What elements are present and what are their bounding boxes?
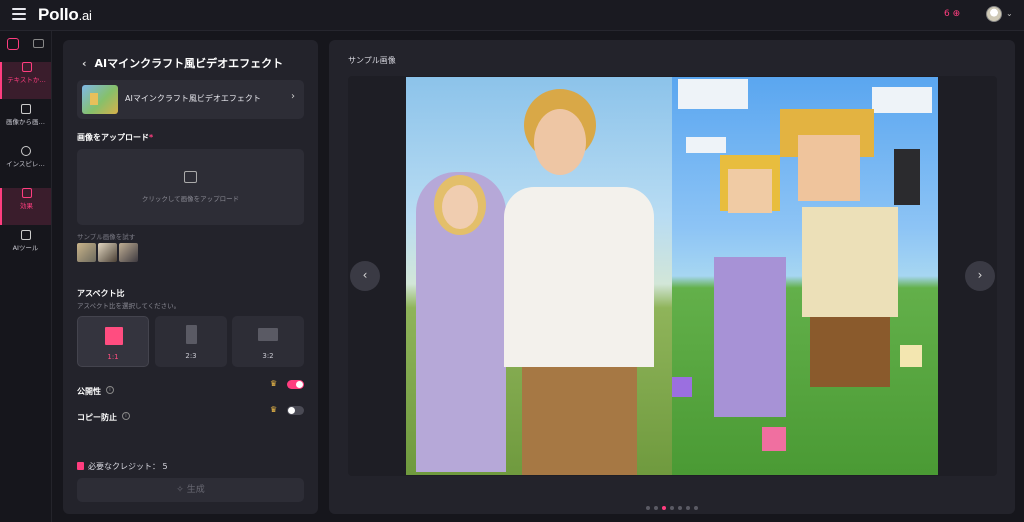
copy-protect-toggle[interactable]: [287, 406, 304, 415]
back-icon[interactable]: ‹: [82, 57, 87, 70]
sample-voxel-render: [672, 77, 938, 475]
sample-photo: [406, 77, 672, 475]
menu-icon[interactable]: [12, 8, 26, 20]
aspect-ratio-hint: アスペクト比を選択してください。: [77, 302, 181, 310]
aspect-ratio-label: アスペクト比: [77, 289, 125, 298]
logo[interactable]: Pollo.ai: [38, 5, 92, 25]
ratio-label: 3:2: [262, 352, 274, 360]
ratio-option-2-3[interactable]: 2:3: [155, 316, 227, 367]
carousel-dot[interactable]: [686, 506, 690, 510]
credit-icon: [77, 462, 84, 470]
upload-label: 画像をアップロード*: [77, 133, 154, 142]
video-tab-icon[interactable]: [33, 39, 44, 48]
ratio-label: 1:1: [107, 353, 119, 361]
sample-thumbnail[interactable]: [77, 243, 96, 262]
image-to-image-icon: [20, 104, 31, 114]
avatar[interactable]: [986, 6, 1002, 22]
carousel-dot[interactable]: [662, 506, 666, 510]
rail-item-label: テキストか…: [7, 76, 46, 84]
sample-thumbnail[interactable]: [119, 243, 138, 262]
image-icon: [21, 62, 32, 72]
upload-image-icon: [184, 171, 197, 183]
crown-icon: ♛: [270, 405, 278, 414]
upload-dropzone[interactable]: クリックして画像をアップロード: [77, 149, 304, 225]
credits-badge[interactable]: 6 ⊕: [944, 9, 960, 19]
ratio-option-1-1[interactable]: 1:1: [77, 316, 149, 367]
ratio-option-3-2[interactable]: 3:2: [232, 316, 304, 367]
square-ratio-icon: [105, 327, 123, 345]
image-tab-icon[interactable]: [7, 38, 19, 50]
sample-thumbnail[interactable]: [98, 243, 117, 262]
upload-hint: クリックして画像をアップロード: [141, 195, 240, 203]
left-rail: テキストか… 画像から画… インスピレ… 効果 AIツール: [0, 31, 52, 522]
generate-button[interactable]: ✧ 生成: [77, 478, 304, 502]
effects-icon: [21, 188, 32, 198]
public-row: 公開性 i ♛: [77, 379, 304, 396]
landscape-ratio-icon: [258, 328, 278, 341]
carousel-dots: [329, 495, 1015, 514]
effect-name: AIマインクラフト風ビデオエフェクト: [125, 94, 261, 103]
chevron-down-icon[interactable]: ⌄: [1006, 9, 1013, 18]
public-label: 公開性: [77, 387, 101, 396]
compass-icon: [20, 146, 31, 156]
carousel-next-button[interactable]: ›: [965, 261, 995, 291]
sample-label: サンプル画像を試す: [77, 233, 136, 241]
copy-protect-label: コピー防止: [77, 413, 117, 422]
portrait-ratio-icon: [186, 325, 197, 344]
sample-thumbnails: [77, 243, 140, 263]
credit-cost: 必要なクレジット： 5: [77, 461, 168, 472]
robot-icon: [20, 230, 31, 240]
rail-item-text-to-image[interactable]: テキストか…: [0, 62, 51, 99]
carousel-dot[interactable]: [678, 506, 682, 510]
ratio-label: 2:3: [185, 352, 197, 360]
sample-carousel: ‹ ›: [348, 76, 997, 476]
public-toggle[interactable]: [287, 380, 304, 389]
effect-thumbnail: [82, 85, 118, 114]
settings-panel: ‹ AIマインクラフト風ビデオエフェクト AIマインクラフト風ビデオエフェクト ›…: [63, 40, 318, 514]
page-title: ‹ AIマインクラフト風ビデオエフェクト: [82, 57, 284, 70]
top-bar: Pollo.ai 6 ⊕ ⌄: [0, 0, 1024, 31]
rail-item-inspiration[interactable]: インスピレ…: [0, 146, 51, 183]
effect-selector[interactable]: AIマインクラフト風ビデオエフェクト ›: [77, 80, 304, 119]
rail-item-effects[interactable]: 効果: [0, 188, 51, 225]
copy-protect-row: コピー防止 i ♛: [77, 405, 304, 422]
rail-item-image-to-image[interactable]: 画像から画…: [0, 104, 51, 141]
carousel-dot[interactable]: [694, 506, 698, 510]
carousel-dot[interactable]: [654, 506, 658, 510]
rail-item-label: 効果: [20, 202, 33, 210]
carousel-prev-button[interactable]: ‹: [350, 261, 380, 291]
rail-tabs: [0, 31, 51, 57]
preview-title: サンプル画像: [348, 56, 396, 65]
preview-panel: サンプル画像 ‹ ›: [329, 40, 1015, 514]
rail-item-ai-tools[interactable]: AIツール: [0, 230, 51, 267]
chevron-right-icon: ›: [291, 91, 295, 102]
carousel-dot[interactable]: [646, 506, 650, 510]
info-icon[interactable]: i: [122, 411, 130, 420]
rail-item-label: インスピレ…: [6, 160, 45, 168]
info-icon[interactable]: i: [106, 385, 114, 394]
carousel-dot[interactable]: [670, 506, 674, 510]
crown-icon: ♛: [270, 379, 278, 388]
rail-item-label: 画像から画…: [6, 118, 45, 126]
rail-item-label: AIツール: [12, 244, 39, 252]
